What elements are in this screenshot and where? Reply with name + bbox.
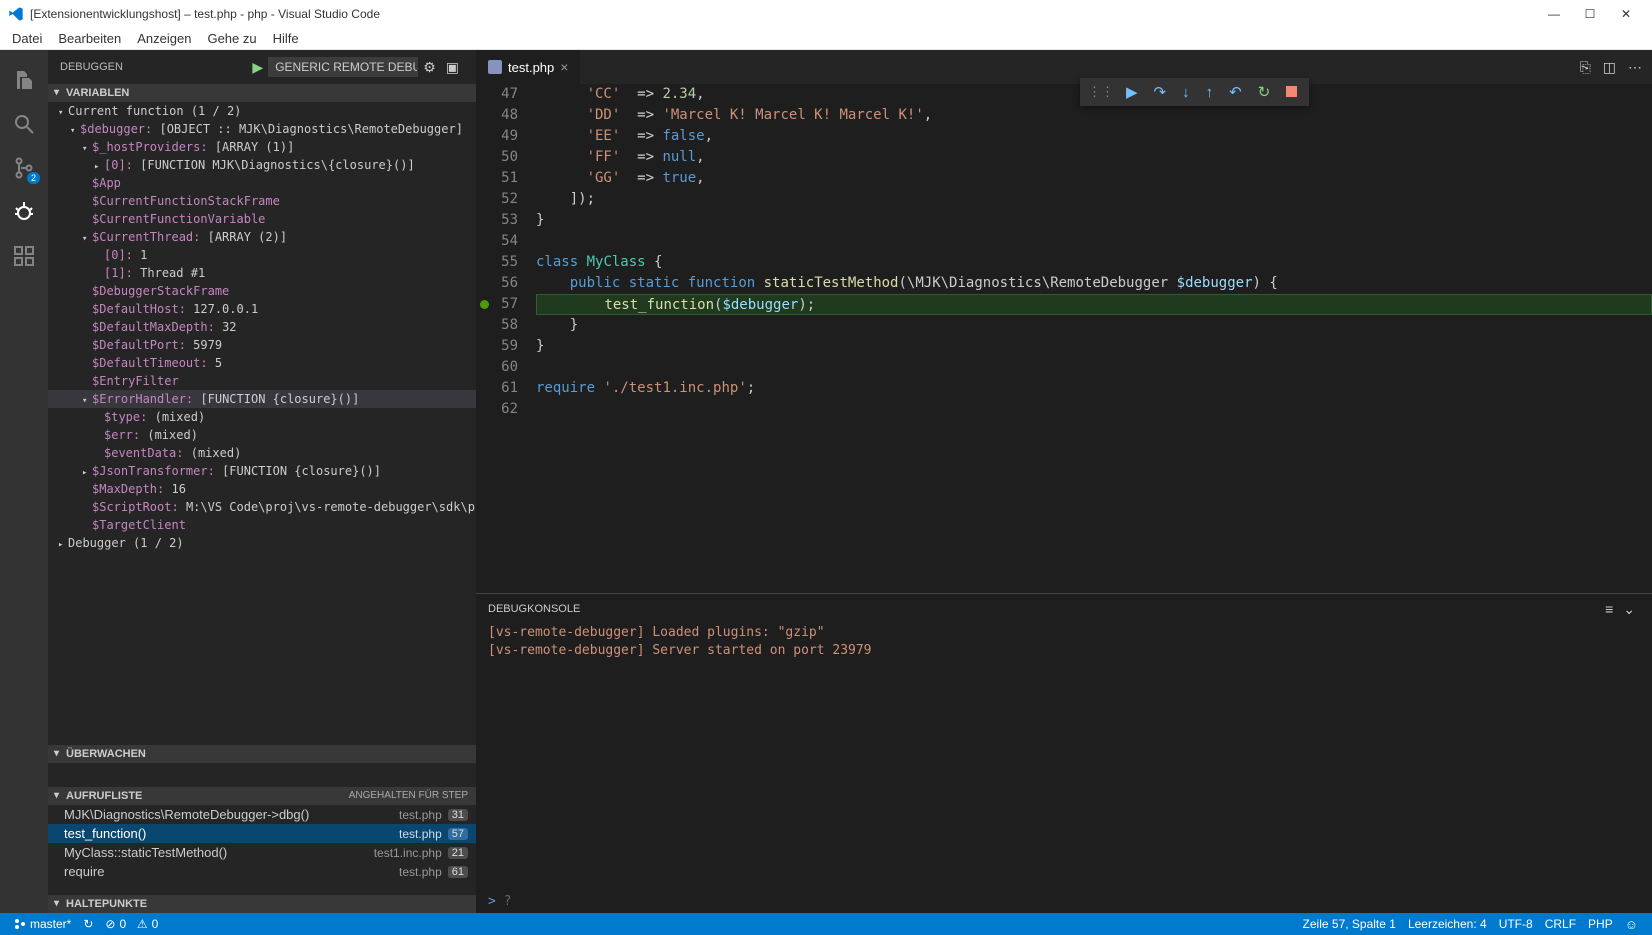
console-line: [vs-remote-debugger] Server started on p… <box>488 642 1640 660</box>
debug-console-button[interactable]: ▣ <box>441 59 464 76</box>
activity-debug[interactable] <box>0 190 48 234</box>
variables-tree[interactable]: Current function (1 / 2) $debugger: [OBJ… <box>48 102 476 552</box>
debug-sidebar: DEBUGGEN ▶ Generic Remote Debugg ▾ ⚙ ▣ V… <box>48 50 476 913</box>
debug-title: DEBUGGEN <box>60 61 123 73</box>
debug-toolbar[interactable]: ⋮⋮ ▶ ↷ ↓ ↑ ↶ ↻ <box>1080 78 1309 106</box>
editor-tabs: test.php × ⎘ ◫ ⋯ <box>476 50 1652 84</box>
editor-tab[interactable]: test.php × <box>476 50 581 84</box>
debug-sidebar-header: DEBUGGEN ▶ Generic Remote Debugg ▾ ⚙ ▣ <box>48 50 476 84</box>
debug-stop-button[interactable] <box>1278 82 1305 103</box>
activity-extensions[interactable] <box>0 234 48 278</box>
debug-config-select[interactable]: Generic Remote Debugg ▾ <box>268 57 418 77</box>
callstack-state: ANGEHALTEN FÜR STEP <box>349 790 468 801</box>
compare-button[interactable]: ⎘ <box>1576 55 1595 80</box>
debug-start-button[interactable]: ▶ <box>247 59 268 76</box>
bug-icon <box>12 200 36 224</box>
status-cursor[interactable]: Zeile 57, Spalte 1 <box>1297 917 1402 931</box>
callstack-frame[interactable]: test_function() test.php 57 <box>48 824 476 843</box>
window-maximize-button[interactable]: ☐ <box>1572 7 1608 21</box>
editor-tab-label: test.php <box>508 60 554 75</box>
status-eol[interactable]: CRLF <box>1539 917 1582 931</box>
status-bar: master* ↻ ⊘ 0 ⚠ 0 Zeile 57, Spalte 1 Lee… <box>0 913 1652 935</box>
code-editor[interactable]: 47484950515253545556575859606162 'CC' =>… <box>476 84 1652 593</box>
debug-console-output[interactable]: [vs-remote-debugger] Loaded plugins: "gz… <box>476 624 1652 890</box>
more-actions-button[interactable]: ⋯ <box>1624 55 1646 80</box>
tab-close-button[interactable]: × <box>560 59 568 75</box>
status-git-branch[interactable]: master* <box>8 917 77 931</box>
debug-settings-button[interactable]: ⚙ <box>418 59 441 76</box>
status-language[interactable]: PHP <box>1582 917 1619 931</box>
menu-help[interactable]: Hilfe <box>265 29 307 48</box>
window-minimize-button[interactable]: — <box>1536 7 1572 21</box>
php-file-icon <box>488 60 502 74</box>
activity-git[interactable]: 2 <box>0 146 48 190</box>
menu-file[interactable]: Datei <box>4 29 50 48</box>
breakpoints-section-header[interactable]: HALTEPUNKTE <box>48 895 476 913</box>
branch-icon <box>14 918 26 930</box>
status-indent[interactable]: Leerzeichen: 4 <box>1402 917 1493 931</box>
debug-console-panel: DEBUGKONSOLE ≡ ⌄ [vs-remote-debugger] Lo… <box>476 593 1652 913</box>
debug-step-back-button[interactable]: ↶ <box>1221 81 1250 103</box>
activity-search[interactable] <box>0 102 48 146</box>
menu-edit[interactable]: Bearbeiten <box>50 29 129 48</box>
status-sync[interactable]: ↻ <box>77 917 99 931</box>
debug-step-into-button[interactable]: ↓ <box>1174 82 1198 103</box>
debug-continue-button[interactable]: ▶ <box>1118 81 1146 103</box>
search-icon <box>12 112 36 136</box>
toolbar-drag-handle-icon[interactable]: ⋮⋮ <box>1084 84 1118 100</box>
console-line: [vs-remote-debugger] Loaded plugins: "gz… <box>488 624 1640 642</box>
activity-explorer[interactable] <box>0 58 48 102</box>
editor-area: test.php × ⎘ ◫ ⋯ 47484950515253545556575… <box>476 50 1652 913</box>
git-changes-badge: 2 <box>27 172 40 184</box>
variables-section-header[interactable]: VARIABLEN <box>48 84 476 102</box>
split-editor-button[interactable]: ◫ <box>1599 55 1620 80</box>
watch-section-header[interactable]: ÜBERWACHEN <box>48 745 476 763</box>
callstack-list: MJK\Diagnostics\RemoteDebugger->dbg() te… <box>48 805 476 881</box>
scope-current-function[interactable]: Current function (1 / 2) <box>68 104 241 118</box>
window-title: [Extensionentwicklungshost] – test.php -… <box>30 7 1536 21</box>
activity-bar: 2 <box>0 50 48 913</box>
status-encoding[interactable]: UTF-8 <box>1493 917 1539 931</box>
files-icon <box>12 68 36 92</box>
panel-toggle-button[interactable]: ⌄ <box>1618 601 1640 618</box>
extensions-icon <box>12 244 36 268</box>
panel-tab-debugconsole[interactable]: DEBUGKONSOLE <box>488 603 580 615</box>
debug-restart-button[interactable]: ↻ <box>1250 81 1279 103</box>
menu-bar: Datei Bearbeiten Anzeigen Gehe zu Hilfe <box>0 28 1652 50</box>
debug-step-over-button[interactable]: ↷ <box>1146 81 1175 103</box>
menu-view[interactable]: Anzeigen <box>129 29 199 48</box>
status-problems[interactable]: ⊘ 0 ⚠ 0 <box>99 917 164 931</box>
callstack-section-header[interactable]: AUFRUFLISTE ANGEHALTEN FÜR STEP <box>48 787 476 805</box>
callstack-frame[interactable]: MyClass::staticTestMethod() test1.inc.ph… <box>48 843 476 862</box>
panel-clear-button[interactable]: ≡ <box>1600 601 1618 617</box>
vscode-icon <box>8 6 24 22</box>
debug-console-input[interactable]: > ? <box>476 890 1652 913</box>
debug-step-out-button[interactable]: ↑ <box>1198 82 1222 103</box>
menu-go[interactable]: Gehe zu <box>199 29 264 48</box>
scope-debugger[interactable]: Debugger (1 / 2) <box>68 536 184 550</box>
window-titlebar: [Extensionentwicklungshost] – test.php -… <box>0 0 1652 28</box>
callstack-frame[interactable]: require test.php 61 <box>48 862 476 881</box>
callstack-frame[interactable]: MJK\Diagnostics\RemoteDebugger->dbg() te… <box>48 805 476 824</box>
window-close-button[interactable]: ✕ <box>1608 7 1644 21</box>
status-feedback[interactable]: ☺ <box>1619 917 1644 932</box>
